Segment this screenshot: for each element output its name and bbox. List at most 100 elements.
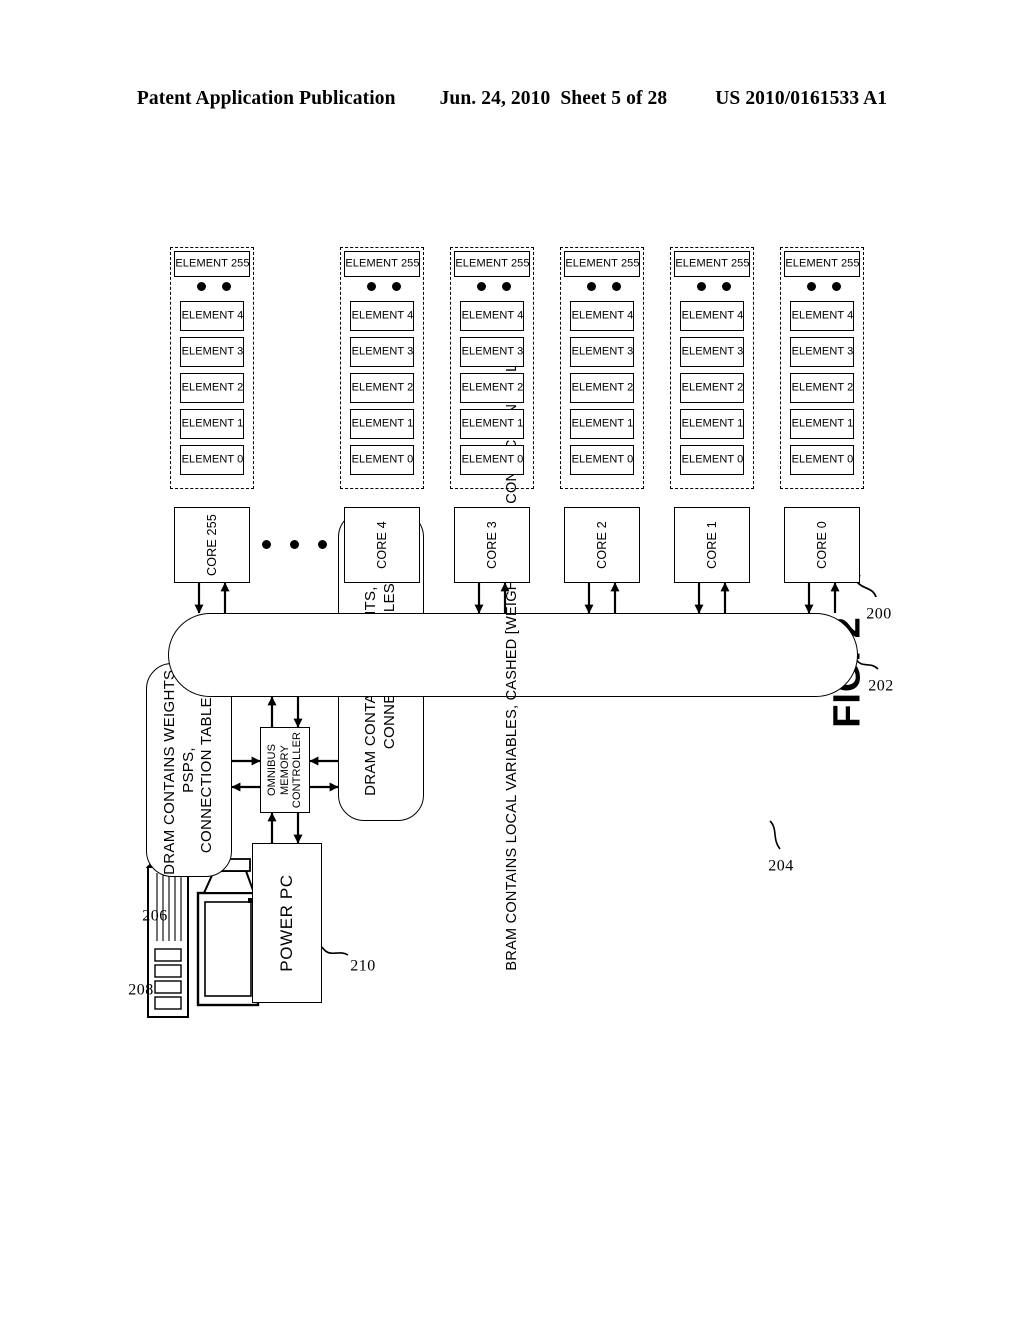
element-label: ELEMENT 255 bbox=[784, 257, 860, 270]
element-block-0-last[interactable]: ELEMENT 255 bbox=[784, 251, 860, 277]
core-block-2[interactable]: CORE 2 bbox=[564, 507, 640, 583]
element-block-3-last[interactable]: ELEMENT 255 bbox=[454, 251, 530, 277]
element-block-2-last[interactable]: ELEMENT 255 bbox=[564, 251, 640, 277]
core-block-255[interactable]: CORE 255 bbox=[174, 507, 250, 583]
element-label: ELEMENT 255 bbox=[174, 257, 250, 270]
element-block-4-2[interactable]: ELEMENT 2 bbox=[350, 373, 414, 403]
element-label: ELEMENT 4 bbox=[181, 309, 243, 322]
ellipsis-dot bbox=[832, 282, 841, 291]
element-block-2-4[interactable]: ELEMENT 4 bbox=[570, 301, 634, 331]
element-label: ELEMENT 0 bbox=[181, 453, 243, 466]
header-date: Jun. 24, 2010 bbox=[439, 88, 551, 109]
element-block-1-last[interactable]: ELEMENT 255 bbox=[674, 251, 750, 277]
element-block-0-1[interactable]: ELEMENT 1 bbox=[790, 409, 854, 439]
element-label: ELEMENT 1 bbox=[681, 417, 743, 430]
element-label: ELEMENT 4 bbox=[461, 309, 523, 322]
core-label-0: CORE 0 bbox=[814, 521, 829, 569]
header-publication: Patent Application Publication bbox=[136, 88, 396, 109]
patent-header: Patent Application Publication Jun. 24, … bbox=[0, 88, 1024, 118]
element-block-3-3[interactable]: ELEMENT 3 bbox=[460, 337, 524, 367]
element-block-4-1[interactable]: ELEMENT 1 bbox=[350, 409, 414, 439]
element-label: ELEMENT 2 bbox=[571, 381, 633, 394]
ref-204: 204 bbox=[768, 857, 794, 875]
element-block-0-0[interactable]: ELEMENT 0 bbox=[790, 445, 854, 475]
ref-200: 200 bbox=[866, 605, 892, 623]
element-label: ELEMENT 1 bbox=[461, 417, 523, 430]
element-block-255-0[interactable]: ELEMENT 0 bbox=[180, 445, 244, 475]
element-block-4-4[interactable]: ELEMENT 4 bbox=[350, 301, 414, 331]
element-block-0-3[interactable]: ELEMENT 3 bbox=[790, 337, 854, 367]
element-label: ELEMENT 0 bbox=[351, 453, 413, 466]
element-label: ELEMENT 255 bbox=[564, 257, 640, 270]
element-label: ELEMENT 3 bbox=[351, 345, 413, 358]
element-block-2-0[interactable]: ELEMENT 0 bbox=[570, 445, 634, 475]
element-block-4-3[interactable]: ELEMENT 3 bbox=[350, 337, 414, 367]
element-block-1-3[interactable]: ELEMENT 3 bbox=[680, 337, 744, 367]
element-block-255-last[interactable]: ELEMENT 255 bbox=[174, 251, 250, 277]
figure-2-drawing: 208 206 POWER PC 210 OMNIBUS MEMORY CONT… bbox=[128, 245, 894, 1075]
element-block-255-2[interactable]: ELEMENT 2 bbox=[180, 373, 244, 403]
core-label-4: CORE 4 bbox=[374, 521, 389, 569]
element-block-255-1[interactable]: ELEMENT 1 bbox=[180, 409, 244, 439]
core-label-3: CORE 3 bbox=[484, 521, 499, 569]
core-block-3[interactable]: CORE 3 bbox=[454, 507, 530, 583]
element-label: ELEMENT 3 bbox=[791, 345, 853, 358]
element-block-3-1[interactable]: ELEMENT 1 bbox=[460, 409, 524, 439]
element-block-2-2[interactable]: ELEMENT 2 bbox=[570, 373, 634, 403]
ellipsis-dot bbox=[722, 282, 731, 291]
element-block-2-1[interactable]: ELEMENT 1 bbox=[570, 409, 634, 439]
ref-206: 206 bbox=[142, 907, 168, 925]
powerpc-controller-link bbox=[267, 812, 303, 844]
element-block-0-2[interactable]: ELEMENT 2 bbox=[790, 373, 854, 403]
element-label: ELEMENT 2 bbox=[351, 381, 413, 394]
controller-dram-bottom-link bbox=[309, 756, 339, 792]
element-label: ELEMENT 4 bbox=[681, 309, 743, 322]
element-label: ELEMENT 255 bbox=[344, 257, 420, 270]
ellipsis-dot bbox=[502, 282, 511, 291]
header-sheet: Sheet 5 of 28 bbox=[560, 88, 668, 109]
memory-controller-label: OMNIBUS MEMORY CONTROLLER bbox=[265, 731, 304, 809]
header-patent-number: US 2010/0161533 A1 bbox=[715, 88, 888, 109]
element-block-3-4[interactable]: ELEMENT 4 bbox=[460, 301, 524, 331]
ellipsis-dot bbox=[367, 282, 376, 291]
element-label: ELEMENT 0 bbox=[571, 453, 633, 466]
element-block-0-4[interactable]: ELEMENT 4 bbox=[790, 301, 854, 331]
core-label-255: CORE 255 bbox=[204, 513, 219, 577]
core-ellipsis-dot bbox=[262, 540, 271, 549]
element-block-1-1[interactable]: ELEMENT 1 bbox=[680, 409, 744, 439]
ellipsis-dot bbox=[612, 282, 621, 291]
element-label: ELEMENT 3 bbox=[181, 345, 243, 358]
element-label: ELEMENT 1 bbox=[181, 417, 243, 430]
element-label: ELEMENT 2 bbox=[461, 381, 523, 394]
core-label-1: CORE 1 bbox=[704, 521, 719, 569]
element-block-255-4[interactable]: ELEMENT 4 bbox=[180, 301, 244, 331]
element-block-2-3[interactable]: ELEMENT 3 bbox=[570, 337, 634, 367]
ref-210: 210 bbox=[350, 957, 376, 975]
ellipsis-dot bbox=[587, 282, 596, 291]
element-block-3-0[interactable]: ELEMENT 0 bbox=[460, 445, 524, 475]
core-block-1[interactable]: CORE 1 bbox=[674, 507, 750, 583]
element-block-1-0[interactable]: ELEMENT 0 bbox=[680, 445, 744, 475]
element-label: ELEMENT 3 bbox=[461, 345, 523, 358]
element-block-4-last[interactable]: ELEMENT 255 bbox=[344, 251, 420, 277]
core-label-2: CORE 2 bbox=[594, 521, 609, 569]
ref-208: 208 bbox=[128, 981, 154, 999]
element-label: ELEMENT 1 bbox=[351, 417, 413, 430]
bram-bus-block[interactable]: BRAM CONTAINS LOCAL VARIABLES, CASHED [W… bbox=[168, 339, 858, 971]
controller-dram-top-link bbox=[231, 756, 261, 792]
ellipsis-dot bbox=[477, 282, 486, 291]
omnibus-memory-controller-block[interactable]: OMNIBUS MEMORY CONTROLLER bbox=[260, 727, 310, 813]
ellipsis-dot bbox=[807, 282, 816, 291]
element-block-1-4[interactable]: ELEMENT 4 bbox=[680, 301, 744, 331]
element-block-4-0[interactable]: ELEMENT 0 bbox=[350, 445, 414, 475]
element-label: ELEMENT 255 bbox=[454, 257, 530, 270]
ellipsis-dot bbox=[197, 282, 206, 291]
core-block-0[interactable]: CORE 0 bbox=[784, 507, 860, 583]
power-pc-block[interactable]: POWER PC bbox=[252, 843, 322, 1003]
element-label: ELEMENT 255 bbox=[674, 257, 750, 270]
element-label: ELEMENT 3 bbox=[571, 345, 633, 358]
element-block-3-2[interactable]: ELEMENT 2 bbox=[460, 373, 524, 403]
element-block-255-3[interactable]: ELEMENT 3 bbox=[180, 337, 244, 367]
core-block-4[interactable]: CORE 4 bbox=[344, 507, 420, 583]
element-block-1-2[interactable]: ELEMENT 2 bbox=[680, 373, 744, 403]
